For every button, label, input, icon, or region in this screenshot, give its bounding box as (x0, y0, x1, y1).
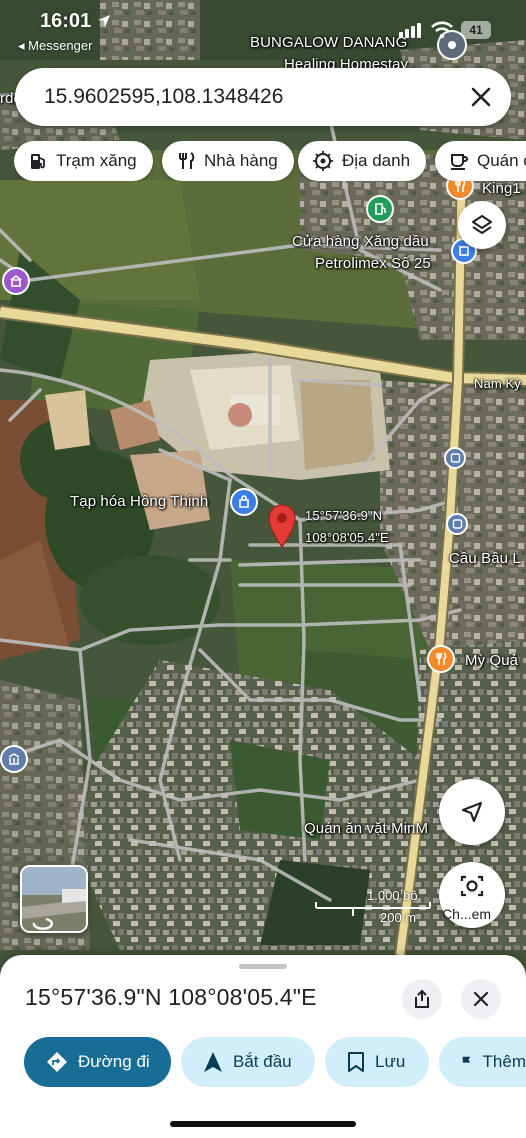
search-query[interactable]: 15.9602595,108.1348426 (44, 85, 283, 109)
back-to-app-link[interactable]: ◂ Messenger (18, 38, 92, 54)
flag-icon (462, 1056, 471, 1068)
cellular-signal-icon (399, 23, 421, 38)
start-button[interactable]: Bắt đầu (181, 1037, 315, 1087)
bus-stop-icon[interactable] (444, 447, 466, 469)
place-label-petrolimex[interactable]: Cửa hàng Xăng dầu (292, 233, 429, 250)
save-button[interactable]: Lưu (325, 1037, 429, 1087)
restaurant-poi-icon[interactable] (427, 645, 455, 673)
close-icon (473, 991, 489, 1007)
chip-coffee[interactable]: Quán cà (435, 141, 526, 181)
directions-icon (47, 1052, 67, 1072)
coffee-icon (451, 154, 468, 170)
share-icon (415, 989, 429, 1008)
chip-restaurant[interactable]: Nhà hàng (162, 141, 294, 181)
bus-stop-icon[interactable] (446, 513, 468, 535)
location-services-icon (98, 15, 110, 27)
navigation-arrow-icon (461, 801, 483, 823)
restaurant-icon (179, 152, 195, 169)
clock: 16:01 (40, 10, 92, 32)
close-button[interactable] (461, 979, 501, 1019)
status-bar: 16:01 ◂ Messenger 41 (0, 0, 526, 60)
place-bottom-sheet[interactable]: 15°57'36.9"N 108°08'05.4"E Đường đi Bắt … (0, 955, 526, 1138)
place-label-petrolimex-sub[interactable]: Petrolimex Số 25 (315, 255, 431, 272)
home-indicator[interactable] (170, 1121, 356, 1127)
share-button[interactable] (402, 979, 442, 1019)
chip-gas-station[interactable]: Trạm xăng (14, 141, 153, 181)
directions-label: Đường đi (78, 1052, 150, 1071)
pin-label-lng: 108°08'05.4"E (305, 530, 389, 545)
save-label: Lưu (375, 1052, 406, 1071)
place-label-tap-hoa[interactable]: Tạp hóa Hồng Thịnh (70, 493, 208, 510)
category-chips: Trạm xăng Nhà hàng Địa danh Quán cà (14, 141, 526, 181)
place-label-cau-bau[interactable]: Cầu Bầu L (449, 550, 521, 567)
scale-meters: 200 m (380, 910, 417, 925)
close-icon[interactable] (467, 83, 495, 111)
drag-handle[interactable] (239, 964, 287, 969)
shopping-poi-icon[interactable] (230, 488, 258, 516)
place-label-quan-an[interactable]: Quán ăn vặt MinM (304, 820, 428, 837)
bookmark-icon (348, 1052, 364, 1072)
directions-button[interactable]: Đường đi (24, 1037, 171, 1087)
street-view-image (22, 867, 86, 931)
pin-label-lat: 15°57'36.9"N (305, 508, 383, 523)
start-label: Bắt đầu (233, 1052, 292, 1071)
road-label-nam-ky: Nam Kỳ (474, 376, 521, 391)
camera-lens-icon (460, 875, 484, 897)
navigation-arrow-icon (204, 1052, 222, 1072)
back-app-label: Messenger (28, 38, 93, 53)
chip-label: Trạm xăng (56, 151, 137, 170)
chip-label: Nhà hàng (204, 151, 278, 170)
map-scale: 1.000 bộ 200 m (312, 888, 432, 928)
my-location-button[interactable] (439, 779, 505, 845)
street-view-thumbnail[interactable] (20, 865, 88, 933)
landmark-icon (313, 151, 333, 171)
wifi-icon (431, 21, 453, 39)
explore-label: Ch...em (442, 906, 492, 922)
place-label-king[interactable]: King1 (482, 180, 521, 197)
chip-label: Địa danh (342, 151, 411, 170)
museum-poi-icon[interactable] (0, 745, 28, 773)
place-label-my-quang[interactable]: Mỳ Quả (465, 652, 518, 669)
gas-station-icon (31, 154, 45, 169)
layers-button[interactable] (458, 201, 506, 249)
more-label: Thêm (482, 1052, 526, 1071)
more-button[interactable]: Thêm (439, 1037, 526, 1087)
battery-indicator: 41 (461, 21, 491, 39)
chip-label: Quán cà (477, 151, 526, 170)
coordinates-title: 15°57'36.9"N 108°08'05.4"E (25, 984, 317, 1010)
gas-station-poi-icon[interactable] (366, 195, 394, 223)
landmark-poi-icon[interactable] (2, 267, 30, 295)
chip-landmark[interactable]: Địa danh (298, 141, 427, 181)
location-pin-icon[interactable] (266, 503, 298, 549)
search-bar[interactable]: 15.9602595,108.1348426 (15, 68, 511, 126)
layers-icon (472, 215, 492, 234)
